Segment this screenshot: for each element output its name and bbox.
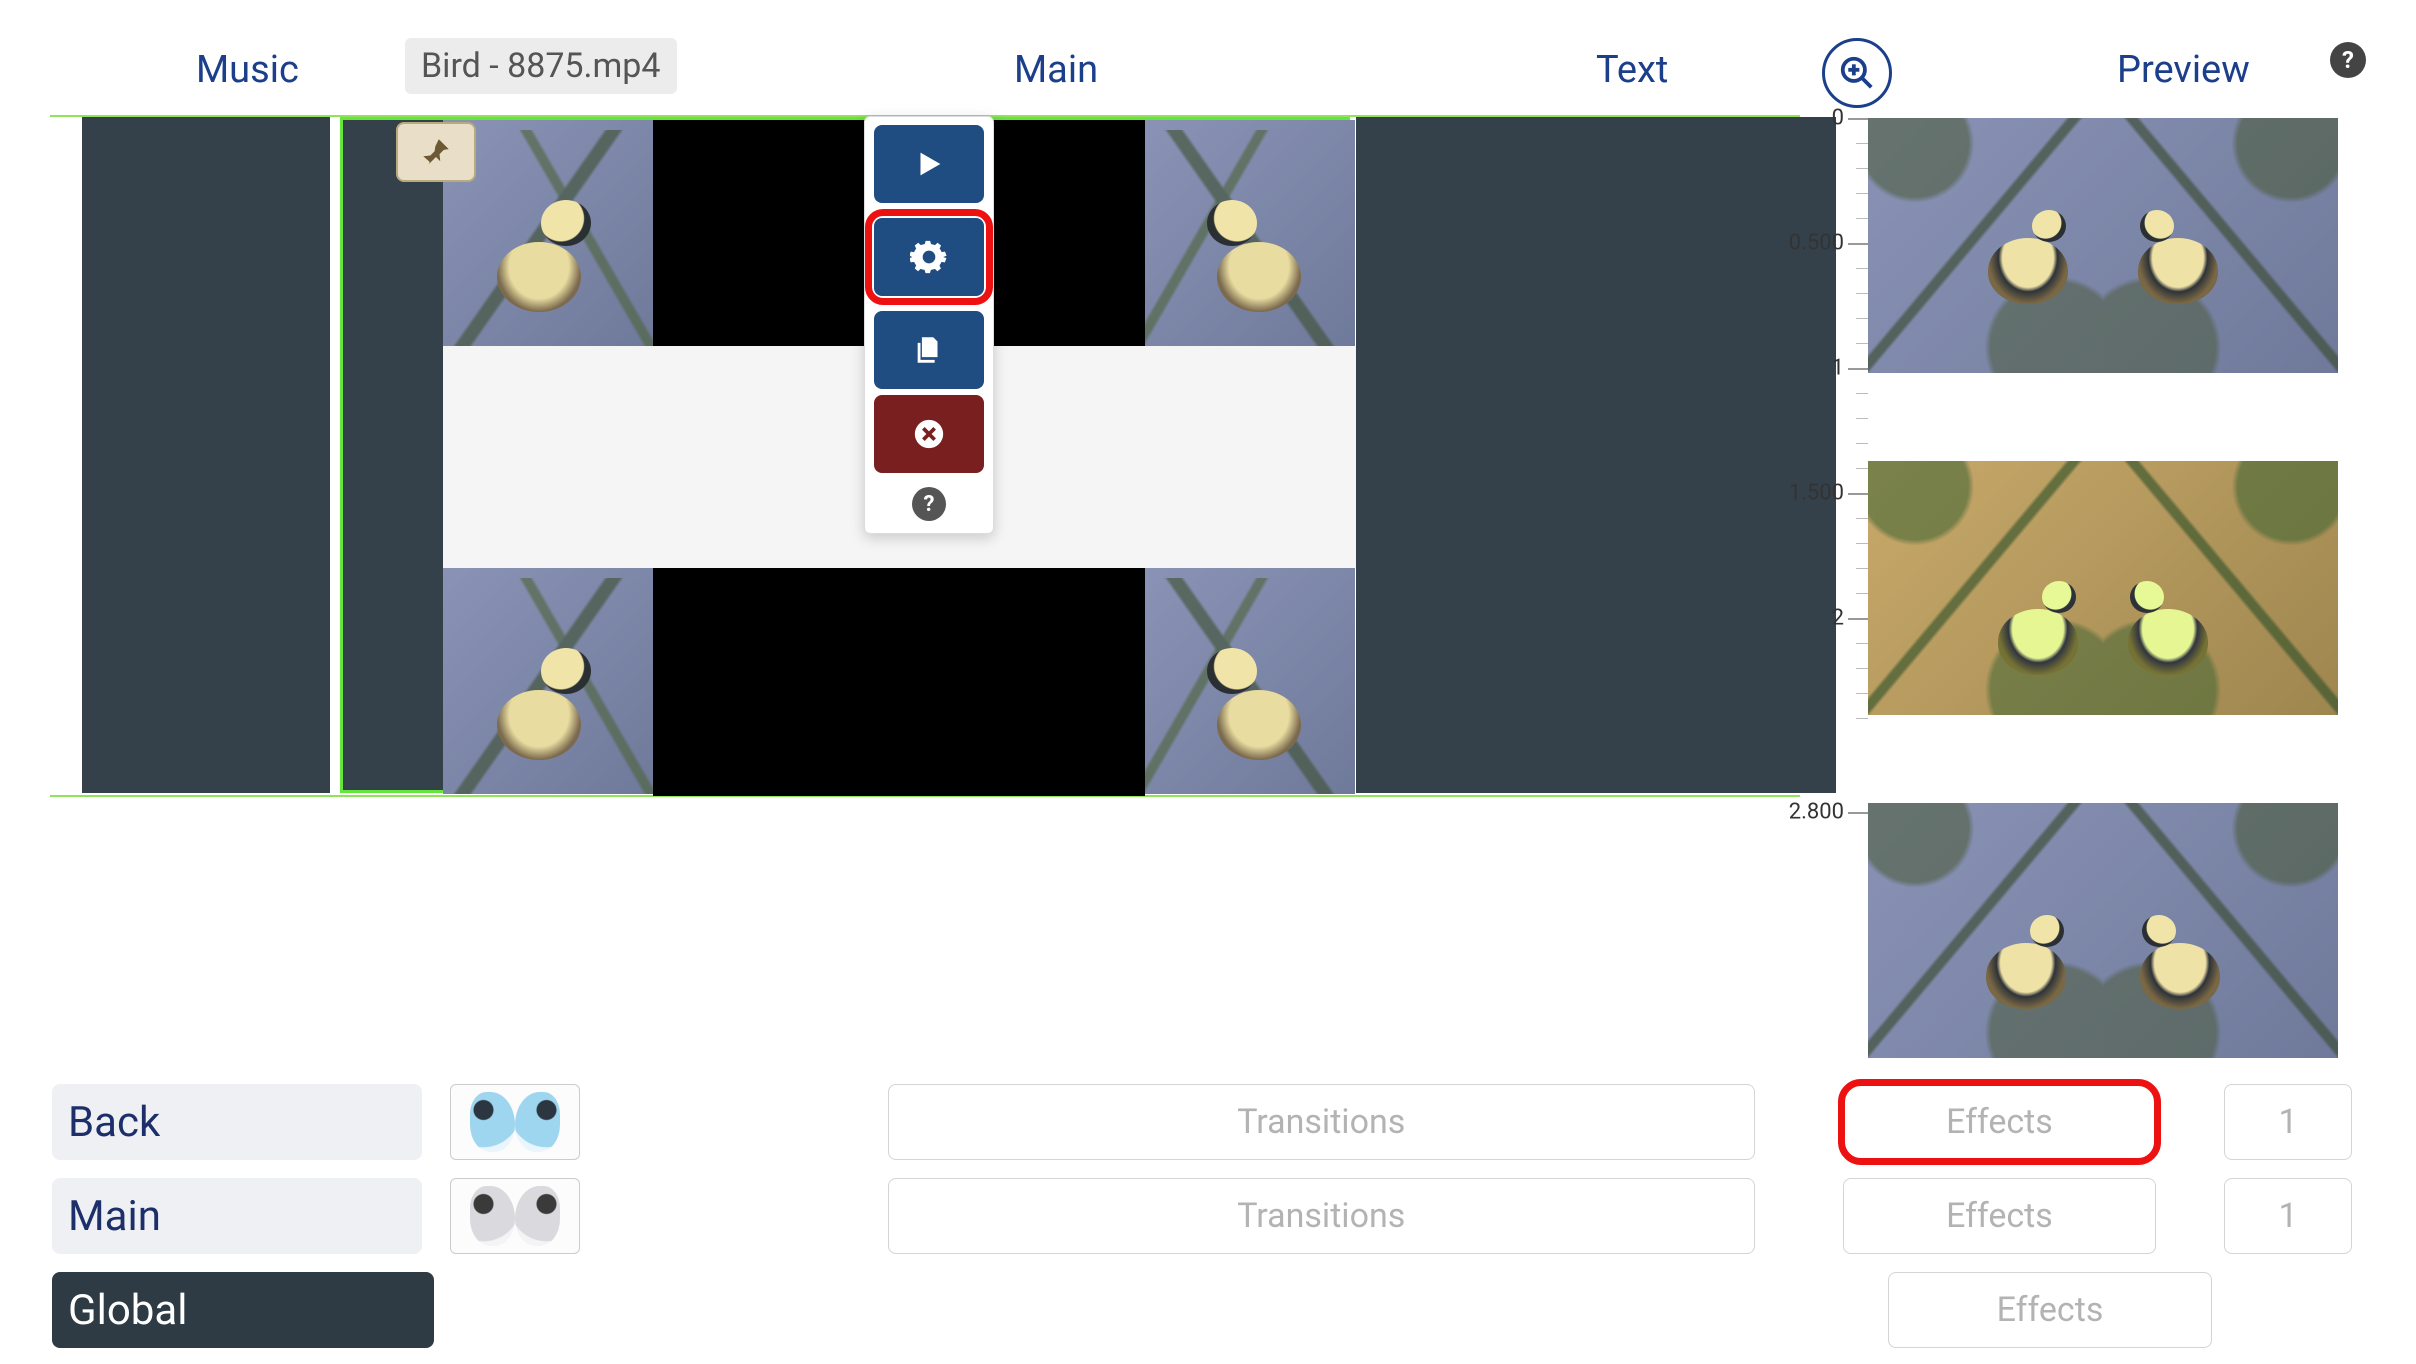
zoom-in-button[interactable]	[1822, 38, 1892, 108]
tab-text[interactable]: Text	[1596, 48, 1668, 92]
copy-icon	[912, 333, 946, 367]
effects-button-main[interactable]: Effects	[1843, 1178, 2157, 1254]
close-circle-icon	[912, 417, 946, 451]
transitions-button-back[interactable]: Transitions	[888, 1084, 1755, 1160]
settings-button[interactable]	[874, 218, 984, 296]
layer-name-global[interactable]: Global	[52, 1272, 434, 1348]
layer-row-back: Back Transitions Effects 1	[52, 1082, 2352, 1162]
ruler-label: 1	[1832, 356, 1844, 381]
preview-column: 0 0.500 1 1.500 2 2.800	[1800, 118, 2360, 1058]
play-button[interactable]	[874, 125, 984, 203]
preview-thumbnail[interactable]	[1868, 118, 2338, 373]
transitions-button-main[interactable]: Transitions	[888, 1178, 1755, 1254]
tab-main[interactable]: Main	[1014, 48, 1098, 92]
music-track-panel[interactable]	[82, 117, 330, 793]
ruler-label: 2	[1832, 606, 1844, 631]
preview-thumbnail[interactable]	[1868, 461, 2338, 716]
text-track-panel[interactable]	[1356, 117, 1836, 793]
main-track-panel[interactable]	[340, 117, 1350, 793]
delete-button[interactable]	[874, 395, 984, 473]
time-ruler: 0 0.500 1 1.500 2 2.800	[1800, 118, 1868, 1058]
layer-row-global: Global Effects	[52, 1270, 2352, 1350]
help-button[interactable]: ?	[2330, 42, 2366, 78]
clip-action-menu: ?	[864, 116, 994, 534]
ruler-label: 0.500	[1789, 231, 1844, 256]
effects-count-main[interactable]: 1	[2224, 1178, 2352, 1254]
effects-button-global[interactable]: Effects	[1888, 1272, 2212, 1348]
effects-button-back[interactable]: Effects	[1843, 1084, 2157, 1160]
layer-name-main[interactable]: Main	[52, 1178, 422, 1254]
tab-music[interactable]: Music	[196, 48, 299, 92]
top-tabs: Music Main Text Preview	[50, 48, 2370, 104]
effects-count-back[interactable]: 1	[2224, 1084, 2352, 1160]
action-help-button[interactable]: ?	[912, 487, 946, 521]
ruler-label: 0	[1832, 106, 1844, 131]
preview-thumbnails	[1868, 118, 2360, 1058]
pin-button[interactable]	[396, 122, 476, 182]
layers-panel: Back Transitions Effects 1 Main Transiti…	[52, 1082, 2352, 1364]
ruler-label: 1.500	[1789, 481, 1844, 506]
ruler-label: 2.800	[1789, 800, 1844, 825]
preview-thumbnail[interactable]	[1868, 803, 2338, 1058]
pin-icon	[419, 135, 453, 169]
layer-row-main: Main Transitions Effects 1	[52, 1176, 2352, 1256]
settings-highlight	[865, 209, 993, 305]
copy-button[interactable]	[874, 311, 984, 389]
gear-icon	[910, 238, 948, 276]
layer-name-back[interactable]: Back	[52, 1084, 422, 1160]
tab-preview[interactable]: Preview	[2117, 48, 2250, 92]
layer-thumb-main[interactable]	[450, 1178, 580, 1254]
zoom-in-icon	[1838, 54, 1876, 92]
play-icon	[912, 147, 946, 181]
layer-thumb-back[interactable]	[450, 1084, 580, 1160]
